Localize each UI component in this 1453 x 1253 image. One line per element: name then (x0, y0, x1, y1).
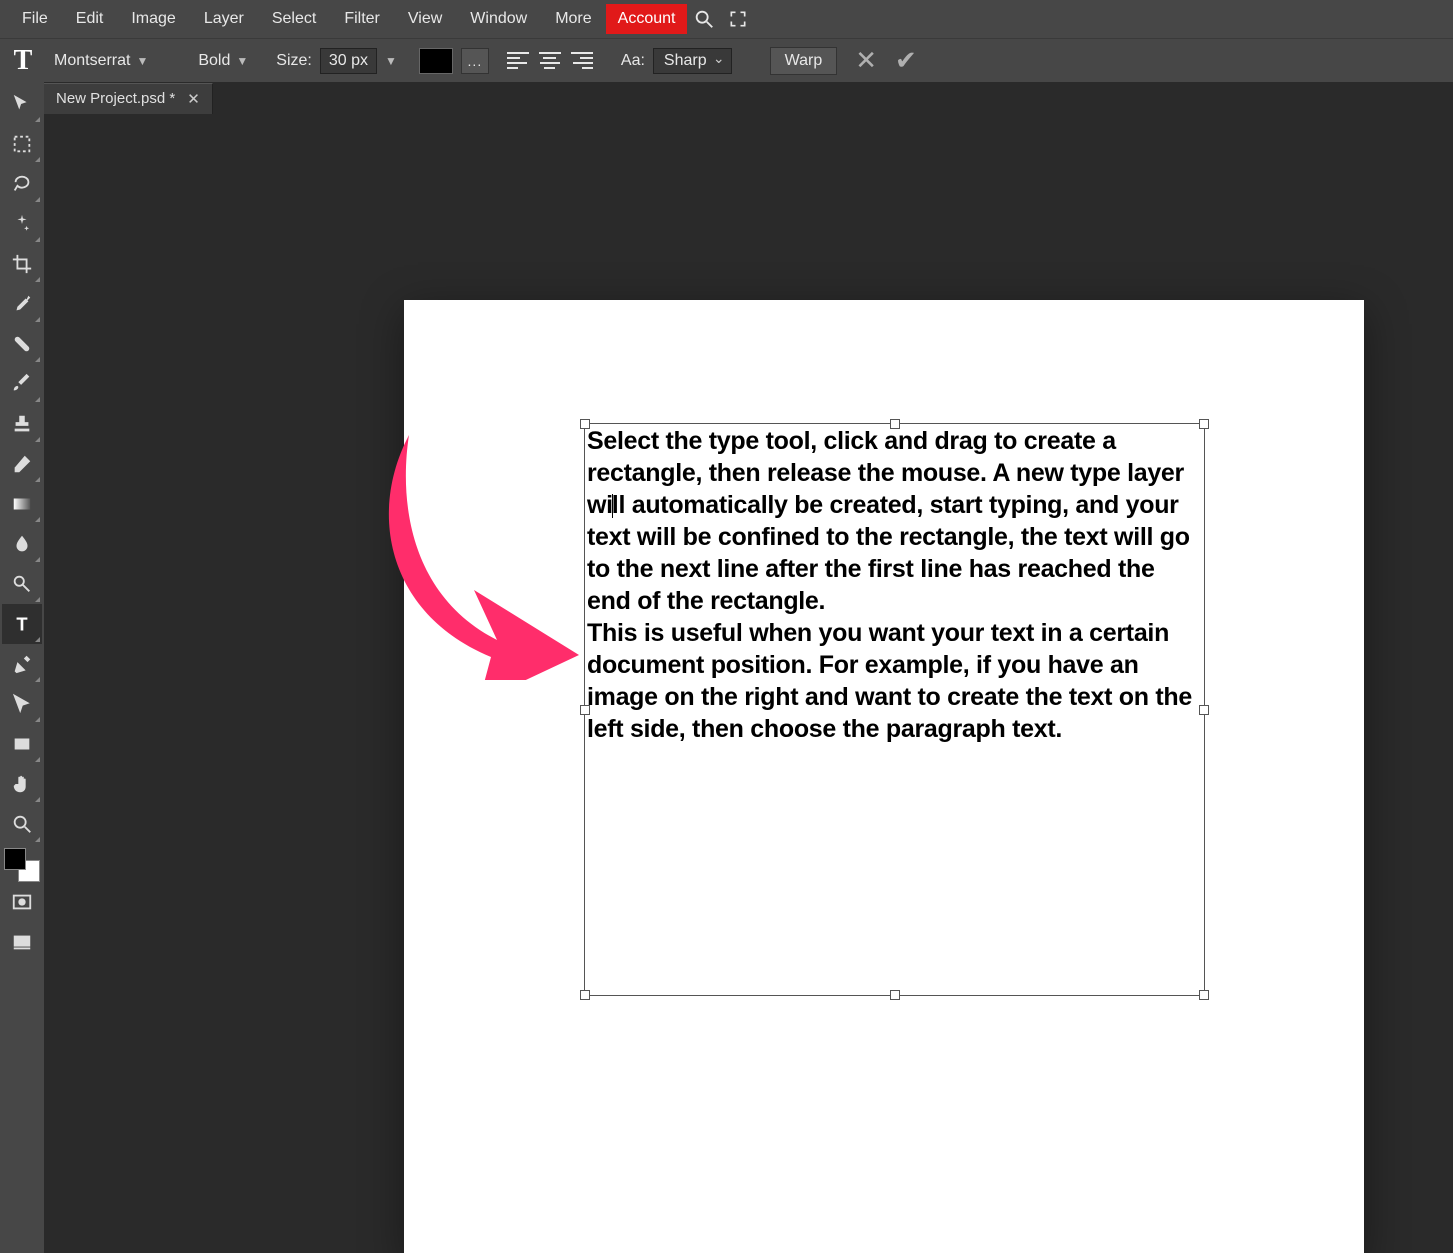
resize-handle-ml[interactable] (580, 705, 590, 715)
stamp-tool[interactable] (2, 404, 42, 444)
shape-tool[interactable] (2, 724, 42, 764)
marquee-tool[interactable] (2, 124, 42, 164)
font-family-value: Montserrat (54, 52, 130, 70)
text-span: This is useful when you want your text i… (587, 619, 1192, 743)
font-weight-value: Bold (198, 52, 230, 70)
healing-tool[interactable] (2, 324, 42, 364)
tool-palette: T (0, 82, 44, 1253)
brush-tool[interactable] (2, 364, 42, 404)
menu-layer[interactable]: Layer (190, 4, 258, 34)
chevron-down-icon[interactable]: ▼ (385, 54, 397, 68)
wand-tool[interactable] (2, 204, 42, 244)
document-tab[interactable]: New Project.psd * ✕ (44, 83, 213, 114)
resize-handle-bm[interactable] (890, 990, 900, 1000)
resize-handle-bl[interactable] (580, 990, 590, 1000)
resize-handle-br[interactable] (1199, 990, 1209, 1000)
screen-mode-toggle[interactable] (2, 922, 42, 962)
menu-more[interactable]: More (541, 4, 605, 34)
text-bounding-box[interactable]: Select the type tool, click and drag to … (584, 423, 1205, 996)
text-span: ll automatically be created, start typin… (587, 491, 1190, 615)
foreground-color-swatch[interactable] (4, 848, 26, 870)
document-tab-title: New Project.psd * (56, 90, 175, 107)
menu-bar: File Edit Image Layer Select Filter View… (0, 0, 1453, 38)
blur-tool[interactable] (2, 524, 42, 564)
path-select-tool[interactable] (2, 684, 42, 724)
size-label: Size: (276, 52, 312, 70)
menu-image[interactable]: Image (117, 4, 189, 34)
paragraph-text-content[interactable]: Select the type tool, click and drag to … (585, 424, 1204, 746)
color-swatches[interactable] (4, 848, 40, 882)
svg-text:T: T (16, 613, 27, 634)
canvas[interactable]: Select the type tool, click and drag to … (404, 300, 1364, 1253)
lasso-tool[interactable] (2, 164, 42, 204)
menu-account[interactable]: Account (606, 4, 688, 34)
search-icon[interactable] (687, 4, 721, 34)
antialias-label: Aa: (621, 52, 645, 70)
document-tabs: New Project.psd * ✕ (44, 82, 213, 114)
move-tool[interactable] (2, 84, 42, 124)
menu-window[interactable]: Window (456, 4, 541, 34)
dodge-tool[interactable] (2, 564, 42, 604)
close-tab-icon[interactable]: ✕ (187, 90, 200, 108)
font-size-input[interactable]: 30 px (320, 48, 377, 74)
gradient-tool[interactable] (2, 484, 42, 524)
eraser-tool[interactable] (2, 444, 42, 484)
text-color-swatch[interactable] (419, 48, 453, 74)
menu-select[interactable]: Select (258, 4, 330, 34)
resize-handle-mr[interactable] (1199, 705, 1209, 715)
warp-button[interactable]: Warp (770, 47, 838, 75)
menu-view[interactable]: View (394, 4, 456, 34)
more-options-button[interactable]: ... (461, 48, 489, 74)
font-family-dropdown[interactable]: Montserrat ▼ (48, 48, 154, 74)
quick-mask-toggle[interactable] (2, 882, 42, 922)
menu-edit[interactable]: Edit (62, 4, 118, 34)
resize-handle-tl[interactable] (580, 419, 590, 429)
crop-tool[interactable] (2, 244, 42, 284)
font-weight-dropdown[interactable]: Bold ▼ (192, 48, 254, 74)
type-tool[interactable]: T (2, 604, 42, 644)
eyedropper-tool[interactable] (2, 284, 42, 324)
align-group (505, 50, 595, 72)
menu-filter[interactable]: Filter (330, 4, 394, 34)
menu-file[interactable]: File (8, 4, 62, 34)
align-right-button[interactable] (569, 50, 595, 72)
pen-tool[interactable] (2, 644, 42, 684)
fullscreen-icon[interactable] (721, 4, 755, 34)
annotation-arrow-icon (379, 430, 589, 680)
hand-tool[interactable] (2, 764, 42, 804)
chevron-down-icon: ▼ (236, 54, 248, 68)
chevron-down-icon: ▼ (136, 54, 148, 68)
workspace[interactable]: Select the type tool, click and drag to … (44, 114, 1453, 1253)
cancel-icon[interactable]: ✕ (855, 45, 877, 76)
align-center-button[interactable] (537, 50, 563, 72)
antialias-dropdown[interactable]: Sharp (653, 48, 732, 74)
align-left-button[interactable] (505, 50, 531, 72)
zoom-tool[interactable] (2, 804, 42, 844)
options-bar: T Montserrat ▼ Bold ▼ Size: 30 px ▼ ... Aa… (0, 38, 1453, 82)
resize-handle-tm[interactable] (890, 419, 900, 429)
type-tool-indicator-icon: T (6, 45, 40, 77)
resize-handle-tr[interactable] (1199, 419, 1209, 429)
commit-icon[interactable]: ✔ (895, 45, 917, 76)
